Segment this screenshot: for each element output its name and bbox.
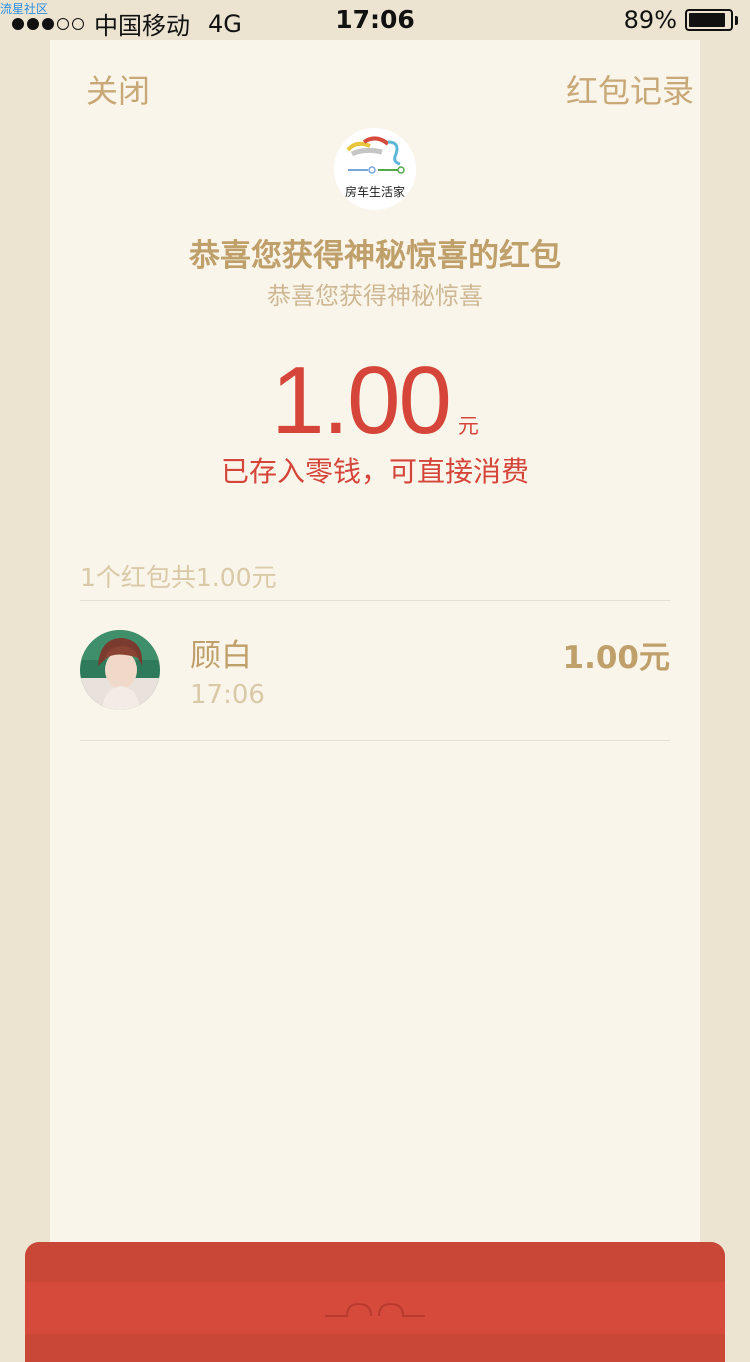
packet-title: 恭喜您获得神秘惊喜的红包 <box>189 238 561 274</box>
status-right: 89% <box>624 6 738 34</box>
list-item-name: 顾白 <box>190 638 252 674</box>
amount-display: 1.00 元 <box>50 346 700 456</box>
battery-tip-icon <box>735 15 738 25</box>
logo-text: 房车生活家 <box>344 185 405 199</box>
cloud-pattern-icon <box>325 1302 425 1317</box>
red-packet-records-link[interactable]: 红包记录 <box>566 66 694 112</box>
amount-value: 1.00 <box>271 347 452 454</box>
divider <box>80 740 670 741</box>
sender-logo: 房车生活家 <box>334 128 416 210</box>
avatar <box>80 630 160 710</box>
watermark: 流星社区 <box>0 2 49 16</box>
battery-percent: 89% <box>623 6 677 34</box>
packet-summary: 1个红包共1.00元 <box>80 563 277 592</box>
rv-logo-icon <box>346 136 405 174</box>
battery-icon <box>685 9 733 31</box>
stored-note-link[interactable]: 已存入零钱，可直接消费 <box>50 450 700 490</box>
divider <box>80 600 670 601</box>
avatar-image <box>80 630 160 710</box>
red-packet-card: 关闭 红包记录 房车生活家 恭喜您获得神秘惊喜的红包 恭喜您获得神秘惊喜 1.0… <box>50 40 700 1282</box>
close-button[interactable]: 关闭 <box>86 66 150 112</box>
packet-subtitle: 恭喜您获得神秘惊喜 <box>267 282 483 310</box>
status-bar: 中国移动 4G 17:06 89% 流星社区 <box>0 0 750 40</box>
amount-unit: 元 <box>457 414 479 438</box>
list-item-amount: 1.00元 <box>562 640 671 676</box>
list-item-time: 17:06 <box>190 680 265 710</box>
